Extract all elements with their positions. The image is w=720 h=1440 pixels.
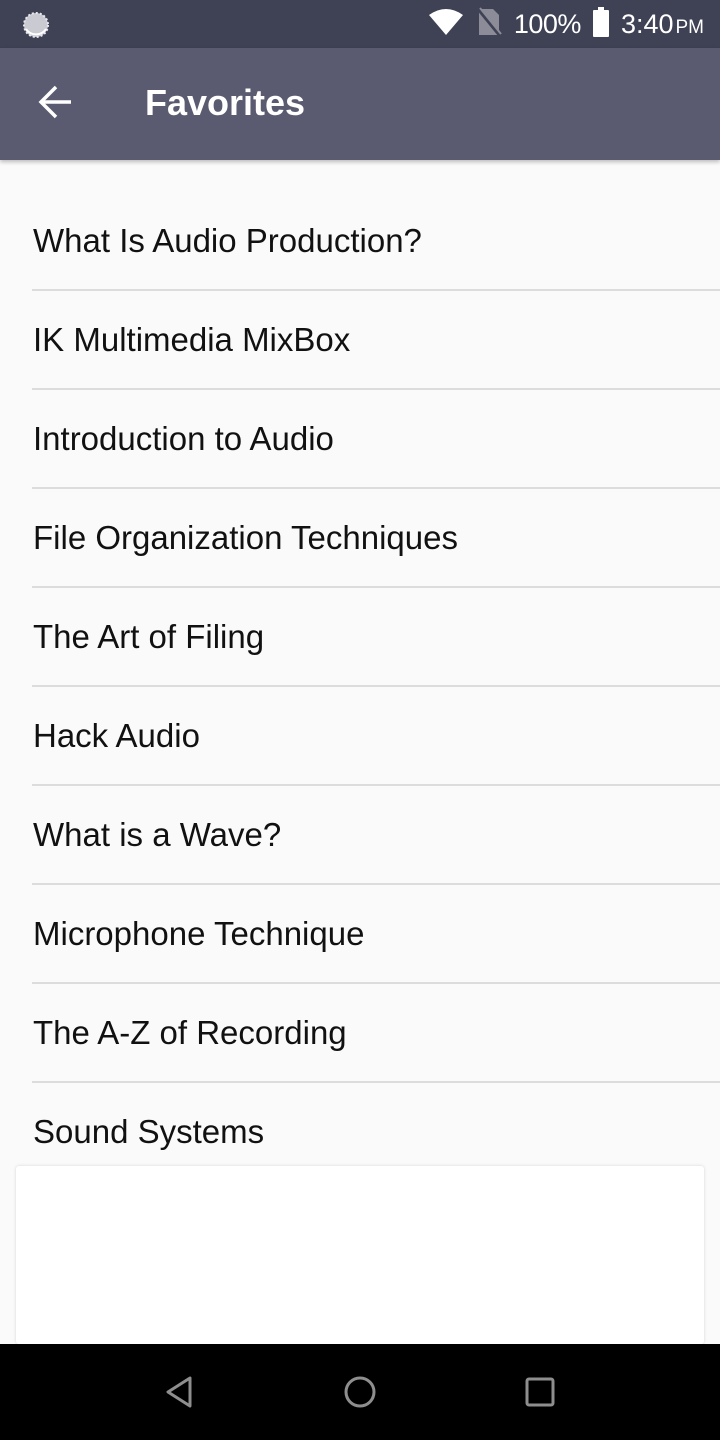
page-title: Favorites (145, 82, 306, 123)
no-sim-icon (476, 6, 502, 42)
wifi-icon (428, 7, 464, 42)
list-item-label: Microphone Technique (33, 915, 365, 952)
home-circle-icon (340, 1376, 380, 1416)
list-item-label: What is a Wave? (33, 816, 282, 853)
list-item-label: The Art of Filing (33, 618, 265, 655)
list-item[interactable]: Hack Audio (0, 687, 720, 786)
clock: 3:40 PM (621, 9, 704, 40)
clock-time: 3:40 (620, 8, 674, 39)
arrow-left-icon (38, 84, 74, 125)
list-item[interactable]: What Is Audio Production? (0, 192, 720, 291)
list-item[interactable]: Microphone Technique (0, 885, 720, 984)
nav-home-button[interactable] (340, 1372, 380, 1412)
list-item[interactable]: What is a Wave? (0, 786, 720, 885)
sync-icon (22, 11, 50, 39)
nav-recents-button[interactable] (520, 1372, 560, 1412)
ad-banner-card[interactable] (16, 1166, 704, 1344)
back-triangle-icon (160, 1376, 200, 1416)
list-item-label: File Organization Techniques (33, 519, 458, 556)
back-button[interactable] (24, 72, 88, 136)
status-bar: 100% 3:40 PM (0, 0, 720, 48)
app-bar: Favorites (0, 48, 720, 160)
list-item-label: What Is Audio Production? (33, 222, 422, 259)
recents-square-icon (520, 1377, 560, 1416)
list-item-label: Sound Systems (33, 1113, 265, 1150)
nav-back-button[interactable] (160, 1372, 200, 1412)
favorites-list: What Is Audio Production? IK Multimedia … (0, 160, 720, 1182)
list-item-label: The A-Z of Recording (33, 1014, 347, 1051)
status-icons: 100% 3:40 PM (428, 0, 704, 48)
list-item-label: Hack Audio (33, 717, 200, 754)
list-item-label: Introduction to Audio (33, 420, 334, 457)
battery-icon (592, 6, 609, 42)
system-nav-bar (0, 1344, 720, 1440)
list-item-label: IK Multimedia MixBox (33, 321, 351, 358)
list-item[interactable]: File Organization Techniques (0, 489, 720, 588)
list-item[interactable]: IK Multimedia MixBox (0, 291, 720, 390)
list-item[interactable]: Introduction to Audio (0, 390, 720, 489)
clock-ampm: PM (675, 16, 705, 38)
list-item[interactable]: The A-Z of Recording (0, 984, 720, 1083)
list-item[interactable]: The Art of Filing (0, 588, 720, 687)
battery-percent: 100% (513, 8, 582, 39)
